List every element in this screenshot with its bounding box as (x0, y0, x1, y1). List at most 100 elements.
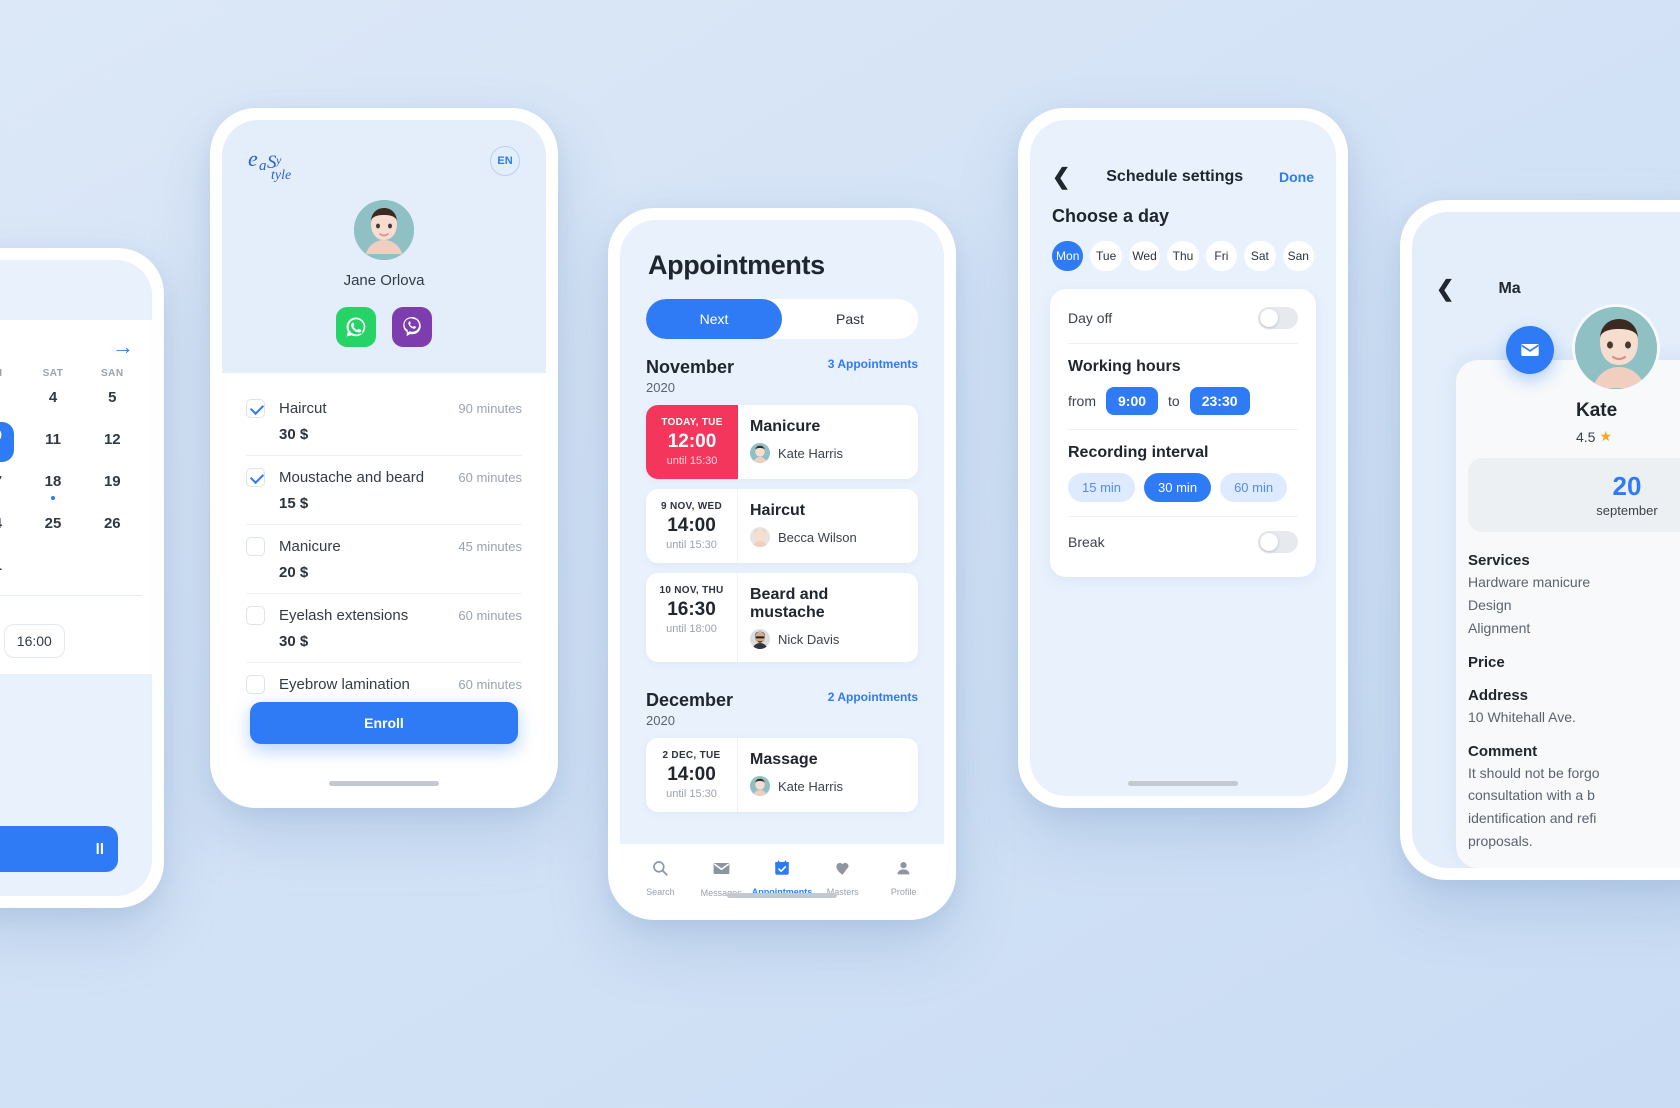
appointment-when: 9 NOV, WED 14:00 until 15:30 (646, 489, 738, 563)
day-chip-tue[interactable]: Tue (1090, 241, 1122, 271)
service-item[interactable]: Manicure 45 minutes 20 $ (246, 525, 522, 594)
service-item[interactable]: Moustache and beard 60 minutes 15 $ (246, 456, 522, 525)
service-checkbox[interactable] (246, 399, 265, 418)
calendar-day[interactable]: 11 (23, 425, 82, 455)
service-item[interactable]: Eyelash extensions 60 minutes 30 $ (246, 594, 522, 663)
calendar-day-number: 4 (48, 389, 58, 406)
recording-interval-block: Recording interval 15 min 30 min 60 min (1068, 430, 1298, 517)
day-off-toggle[interactable] (1258, 307, 1298, 329)
calendar-day[interactable]: 10 (0, 422, 23, 462)
calendar-day[interactable]: 24 (0, 509, 23, 539)
service-price: 20 $ (279, 564, 309, 581)
nav-item-search[interactable]: Search (630, 859, 691, 897)
choose-day-heading: Choose a day (1052, 206, 1170, 226)
svg-text:a: a (259, 158, 267, 174)
chevron-left-icon[interactable]: ❮ (1436, 278, 1454, 300)
phone-schedule-settings: ❮ Schedule settings Done Choose a day Mo… (1018, 108, 1348, 808)
to-time-button[interactable]: 23:30 (1189, 387, 1250, 415)
interval-chip[interactable]: 15 min (1068, 473, 1136, 502)
service-name: Manicure (279, 538, 341, 555)
calendar-day-number: 26 (103, 515, 121, 532)
arrow-right-icon[interactable]: → (112, 336, 134, 358)
appointment-what: Haircut Becca Wilson (738, 489, 918, 563)
day-chip-wed[interactable]: Wed (1128, 241, 1161, 271)
whatsapp-icon[interactable] (336, 307, 376, 347)
service-price: 15 $ (279, 495, 309, 512)
appointment-when: 2 DEC, TUE 14:00 until 15:30 (646, 738, 738, 812)
master-sections: Services Hardware manicure Design Alignment… (1468, 552, 1680, 868)
day-chip-thu[interactable]: Thu (1167, 241, 1199, 271)
calendar-day[interactable]: 31 (0, 551, 23, 581)
master-avatar (750, 527, 770, 547)
viber-icon[interactable] (392, 307, 432, 347)
chevron-left-icon[interactable]: ❮ (1052, 166, 1070, 188)
working-hours-heading: Working hours (1068, 358, 1181, 375)
appointment-master: Nick Davis (750, 629, 906, 649)
service-checkbox[interactable] (246, 537, 265, 556)
interval-options: 15 min 30 min 60 min (1068, 473, 1298, 502)
appointment-count[interactable]: 3 Appointments (828, 357, 918, 371)
calendar-day[interactable]: 25 (23, 509, 82, 539)
navigation-bar: ❮ Schedule settings Done (1030, 120, 1336, 188)
date-number: 20 (1612, 470, 1642, 501)
section-line: consultation with a b (1468, 787, 1595, 804)
calendar-day[interactable]: 18 (23, 467, 82, 500)
break-row[interactable]: Break (1068, 517, 1298, 567)
appointment-time: 14:00 (667, 515, 716, 536)
calendar-cta-button[interactable]: ll (0, 826, 118, 872)
calendar-day[interactable]: 19 (83, 467, 142, 497)
easy-style-logo-icon: e a S y tyle (248, 146, 306, 184)
service-item[interactable]: Haircut 90 minutes 30 $ (246, 387, 522, 456)
calendar-day[interactable]: 26 (83, 509, 142, 539)
service-checkbox[interactable] (246, 468, 265, 487)
break-toggle[interactable] (1258, 531, 1298, 553)
nav-item-appointments[interactable]: Appointments (752, 859, 813, 897)
day-chip-mon[interactable]: Mon (1052, 241, 1084, 271)
language-badge[interactable]: EN (490, 146, 520, 176)
appointment-card[interactable]: 10 NOV, THU 16:30 until 18:00 Beard and mus… (646, 573, 918, 662)
interval-chip[interactable]: 30 min (1144, 473, 1212, 502)
appointment-card[interactable]: 2 DEC, TUE 14:00 until 15:30 Massage Kate Ha… (646, 738, 918, 812)
service-top-row: Manicure 45 minutes (246, 537, 522, 556)
weekday-label: SAN (101, 368, 124, 379)
services-list: Haircut 90 minutes 30 $ Moustache and beard… (222, 373, 546, 731)
from-time-button[interactable]: 9:00 (1106, 387, 1159, 415)
appointment-card[interactable]: 9 NOV, WED 14:00 until 15:30 Haircut Becca W… (646, 489, 918, 563)
service-checkbox[interactable] (246, 606, 265, 625)
done-button[interactable]: Done (1279, 169, 1314, 185)
service-duration: 60 minutes (458, 608, 522, 623)
tab-past[interactable]: Past (782, 299, 918, 339)
home-indicator (329, 781, 439, 786)
envelope-icon[interactable] (1506, 326, 1554, 374)
screen-profile-services: e a S y tyle EN Jane Orlova Haircut 90 m… (222, 120, 546, 796)
interval-chip[interactable]: 60 min (1220, 473, 1288, 502)
nav-item-masters[interactable]: Masters (812, 859, 873, 897)
calendar-day[interactable]: 12 (83, 425, 142, 455)
date-box[interactable]: 20 september (1468, 458, 1680, 532)
calendar-day[interactable]: 17 (0, 467, 23, 497)
appointment-groups: November 2020 3 Appointments TODAY, TUE 12:0… (634, 339, 930, 812)
tab-next[interactable]: Next (646, 299, 782, 339)
service-checkbox[interactable] (246, 675, 265, 694)
recording-interval-heading: Recording interval (1068, 444, 1209, 461)
schedule-card: Day off Working hours from 9:00 to 23:30… (1050, 289, 1316, 577)
calendar-day[interactable]: 3 (0, 383, 23, 413)
appointment-card[interactable]: TODAY, TUE 12:00 until 15:30 Manicure Kate H… (646, 405, 918, 479)
appointment-count[interactable]: 2 Appointments (828, 690, 918, 704)
service-name: Eyelash extensions (279, 607, 409, 624)
service-price: 30 $ (279, 633, 309, 650)
calendar-day[interactable]: 4 (23, 383, 82, 413)
nav-item-messages[interactable]: Messages (691, 859, 752, 898)
from-label: from (1068, 393, 1096, 409)
day-chip-sat[interactable]: Sat (1244, 241, 1276, 271)
day-chip-fri[interactable]: Fri (1205, 241, 1238, 271)
calendar-day-number: 11 (45, 431, 61, 448)
month-year: 2020 (646, 380, 675, 395)
nav-item-profile[interactable]: Profile (873, 859, 934, 897)
enroll-button[interactable]: Enroll (250, 702, 518, 744)
master-name: Kate Harris (778, 778, 844, 794)
calendar-day[interactable]: 5 (83, 383, 142, 413)
day-chip-san[interactable]: San (1282, 241, 1314, 271)
day-off-row[interactable]: Day off (1068, 293, 1298, 344)
time-slot[interactable]: 16:00 (3, 624, 65, 658)
